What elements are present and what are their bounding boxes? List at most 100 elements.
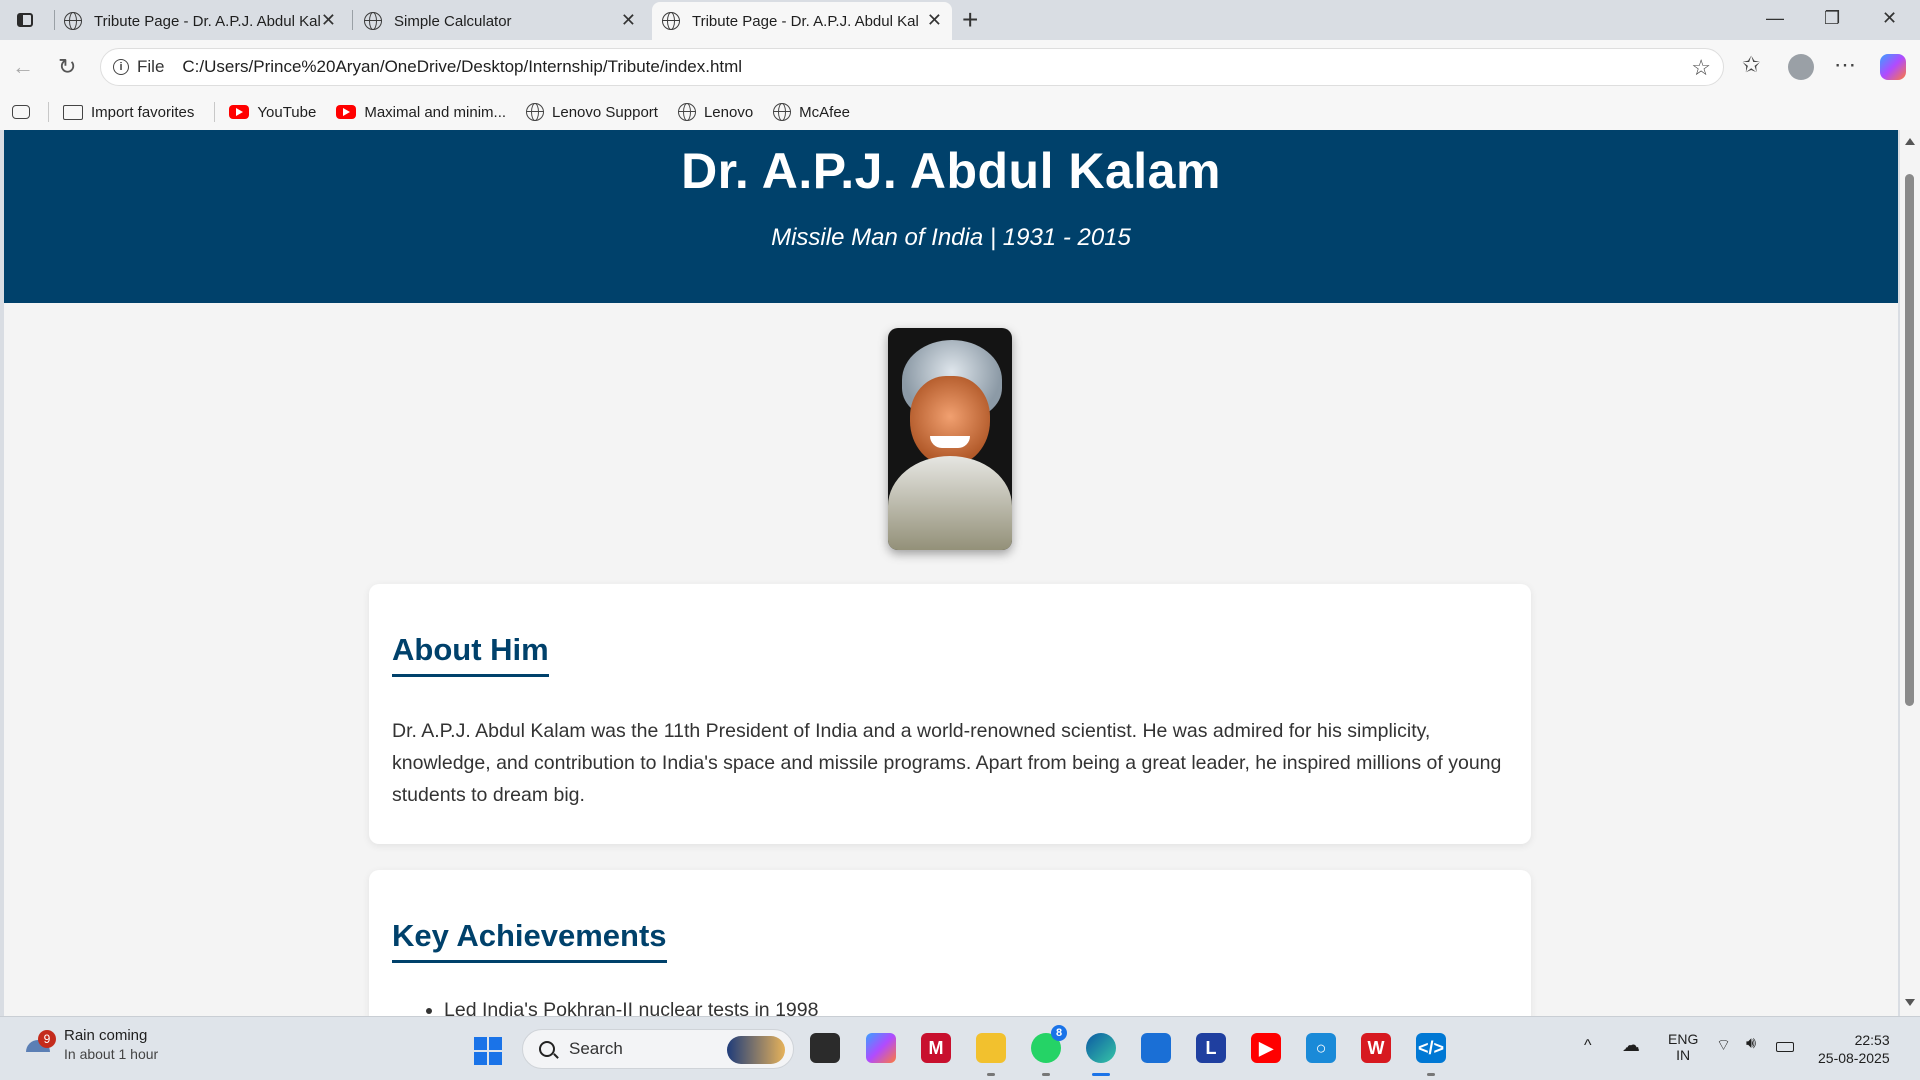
- sidebar-tabs-icon: [17, 13, 33, 27]
- taskbar: 9 Rain coming In about 1 hour Search M 8…: [0, 1016, 1920, 1080]
- achievements-section: Key Achievements Led India's Pokhran-II …: [369, 870, 1531, 1016]
- favorites-separator: [214, 102, 216, 122]
- about-heading: About Him: [392, 632, 549, 677]
- youtube-icon: [336, 105, 357, 119]
- youtube-app-icon[interactable]: ▶: [1251, 1033, 1281, 1063]
- favorites-icon[interactable]: ✩: [1742, 52, 1760, 78]
- favorites-collection-icon[interactable]: [12, 105, 30, 119]
- tab-title: Simple Calculator: [394, 12, 512, 30]
- close-tab-icon[interactable]: ✕: [621, 10, 636, 31]
- site-info-icon[interactable]: i: [113, 59, 129, 75]
- favorite-label: Maximal and minim...: [364, 103, 507, 121]
- whatsapp-icon[interactable]: 8: [1031, 1025, 1067, 1063]
- favorite-maximal[interactable]: Maximal and minim...: [336, 104, 506, 121]
- page-title: Dr. A.P.J. Abdul Kalam: [681, 143, 1221, 199]
- tab-strip: Tribute Page - Dr. A.P.J. Abdul Kalam ✕ …: [0, 0, 1920, 40]
- language-secondary: IN: [1676, 1047, 1691, 1063]
- start-button[interactable]: [474, 1037, 502, 1065]
- about-text: Dr. A.P.J. Abdul Kalam was the 11th Pres…: [392, 720, 1502, 806]
- tab-simple-calculator[interactable]: Simple Calculator ✕: [354, 2, 646, 40]
- copilot-app-icon[interactable]: [866, 1033, 896, 1063]
- copilot-icon[interactable]: [1880, 54, 1906, 80]
- restore-button[interactable]: ❐: [1824, 8, 1840, 29]
- taskbar-search[interactable]: Search: [522, 1029, 794, 1069]
- wifi-icon[interactable]: ⌔: [1716, 1035, 1731, 1055]
- list-item: Led India's Pokhran-II nuclear tests in …: [444, 999, 1508, 1016]
- volume-icon[interactable]: 🔊︎: [1746, 1035, 1756, 1053]
- close-tab-icon[interactable]: ✕: [927, 10, 942, 31]
- weather-subtitle: In about 1 hour: [64, 1046, 159, 1062]
- back-button[interactable]: ←: [12, 54, 34, 80]
- wps-office-icon[interactable]: W: [1361, 1033, 1391, 1063]
- tab-title: Tribute Page - Dr. A.P.J. Abdul Kalam: [94, 12, 320, 30]
- clock-date: 25-08-2025: [1818, 1050, 1890, 1066]
- weather-widget[interactable]: 9 Rain coming In about 1 hour: [24, 1027, 158, 1062]
- language-indicator[interactable]: ENG IN: [1668, 1031, 1698, 1063]
- favorite-label: YouTube: [257, 103, 317, 121]
- tab-actions-button[interactable]: [10, 8, 40, 32]
- tab-title: Tribute Page - Dr. A.P.J. Abdul Kalam: [692, 12, 918, 30]
- profile-avatar[interactable]: [1788, 54, 1814, 80]
- favorite-lenovo[interactable]: Lenovo: [677, 103, 754, 121]
- umbrella-icon: 9: [24, 1029, 56, 1060]
- mcafee-icon[interactable]: M: [921, 1033, 951, 1063]
- scroll-down-arrow-icon[interactable]: [1905, 999, 1915, 1006]
- running-indicator: [987, 1073, 995, 1076]
- globe-icon: [773, 103, 792, 121]
- favorite-mcafee[interactable]: McAfee: [773, 103, 850, 121]
- favorites-bar: Import favorites YouTube Maximal and min…: [0, 94, 1920, 130]
- favorite-lenovo-support[interactable]: Lenovo Support: [526, 103, 658, 121]
- toolbar: ← ↻ i File C:/Users/Prince%20Aryan/OneDr…: [0, 40, 1920, 94]
- search-highlight-image: [727, 1036, 785, 1064]
- new-tab-button[interactable]: +: [962, 4, 978, 36]
- close-tab-icon[interactable]: ✕: [321, 10, 336, 31]
- favorite-star-icon[interactable]: ☆: [1691, 55, 1711, 81]
- favorite-youtube[interactable]: YouTube: [229, 104, 316, 121]
- favorites-separator: [48, 102, 49, 122]
- close-window-button[interactable]: ✕: [1882, 8, 1897, 29]
- lenovo-app-icon[interactable]: L: [1196, 1033, 1226, 1063]
- favorite-label: Lenovo: [703, 103, 754, 121]
- achievements-heading: Key Achievements: [392, 918, 667, 963]
- task-view-icon[interactable]: [810, 1033, 840, 1063]
- active-indicator: [1092, 1073, 1110, 1076]
- page-subtitle: Missile Man of India | 1931 - 2015: [771, 224, 1131, 251]
- edge-browser-icon[interactable]: [1086, 1033, 1116, 1063]
- whatsapp-badge: 8: [1051, 1025, 1067, 1041]
- folder-icon: [63, 104, 83, 120]
- address-bar[interactable]: i File C:/Users/Prince%20Aryan/OneDrive/…: [100, 48, 1724, 86]
- scrollbar-thumb[interactable]: [1905, 174, 1914, 706]
- file-explorer-icon[interactable]: [976, 1033, 1006, 1063]
- favorite-label: Lenovo Support: [552, 103, 658, 121]
- alexa-app-icon[interactable]: ○: [1306, 1033, 1336, 1063]
- more-menu-icon[interactable]: ⋯: [1834, 52, 1856, 78]
- vscode-icon[interactable]: </>: [1416, 1033, 1446, 1063]
- show-hidden-icons-chevron-icon[interactable]: ^: [1584, 1037, 1592, 1055]
- page-header: Dr. A.P.J. Abdul Kalam Missile Man of In…: [4, 130, 1898, 303]
- clock-time: 22:53: [1854, 1032, 1890, 1048]
- microsoft-store-icon[interactable]: [1141, 1033, 1171, 1063]
- url-text[interactable]: C:/Users/Prince%20Aryan/OneDrive/Desktop…: [182, 57, 742, 77]
- vertical-scrollbar[interactable]: [1900, 130, 1920, 1016]
- tab-tribute-1[interactable]: Tribute Page - Dr. A.P.J. Abdul Kalam ✕: [54, 2, 346, 40]
- running-indicator: [1427, 1073, 1435, 1076]
- onedrive-cloud-icon[interactable]: ☁: [1622, 1035, 1640, 1056]
- search-placeholder: Search: [569, 1039, 623, 1058]
- system-clock[interactable]: 22:53 25-08-2025: [1818, 1031, 1890, 1067]
- scheme-chip: File: [137, 57, 165, 76]
- achievements-list: Led India's Pokhran-II nuclear tests in …: [392, 999, 1508, 1016]
- about-section: About Him Dr. A.P.J. Abdul Kalam was the…: [369, 584, 1531, 844]
- globe-icon: [677, 103, 696, 121]
- tab-tribute-active[interactable]: Tribute Page - Dr. A.P.J. Abdul Kalam ✕: [652, 2, 952, 40]
- favorite-label: Import favorites: [91, 103, 195, 121]
- language-primary: ENG: [1668, 1031, 1699, 1047]
- kalam-portrait: [888, 328, 1012, 550]
- battery-icon[interactable]: [1776, 1039, 1794, 1055]
- weather-title: Rain coming: [64, 1027, 148, 1044]
- minimize-button[interactable]: —: [1766, 8, 1784, 29]
- globe-icon: [526, 103, 545, 121]
- scroll-up-arrow-icon[interactable]: [1905, 138, 1915, 145]
- page-viewport: Dr. A.P.J. Abdul Kalam Missile Man of In…: [4, 130, 1898, 1016]
- refresh-button[interactable]: ↻: [58, 54, 76, 80]
- favorite-import[interactable]: Import favorites: [63, 104, 194, 121]
